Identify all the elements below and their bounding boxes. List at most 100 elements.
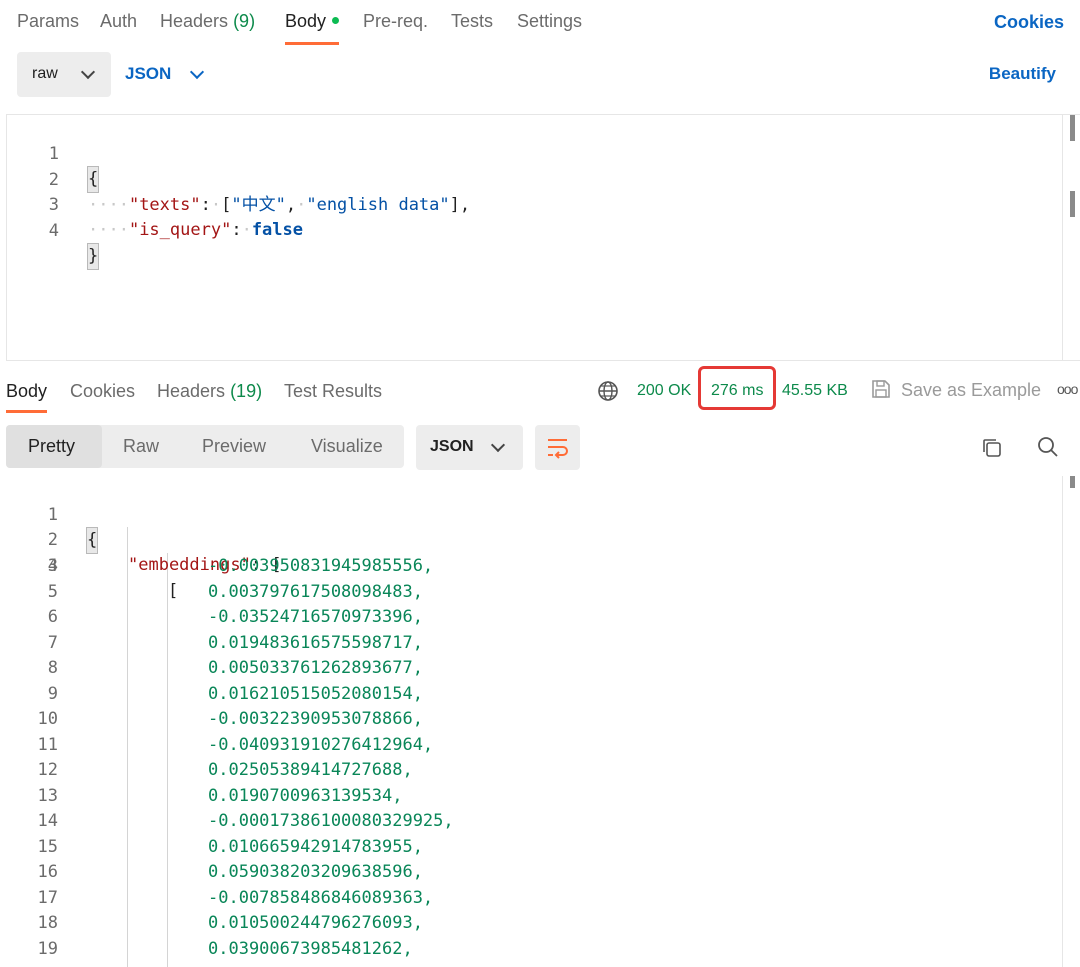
tab-headers-count: (9) [233, 11, 256, 31]
tab-test-results[interactable]: Test Results [284, 381, 382, 413]
json-number: -0.03524716570973396, [208, 607, 423, 627]
beautify-button[interactable]: Beautify [989, 64, 1056, 84]
code-line: 1 { [0, 478, 1060, 554]
view-preview[interactable]: Preview [202, 436, 266, 457]
json-number: 0.019483616575598717, [208, 633, 423, 653]
editor-scrollbar-track[interactable] [1062, 115, 1063, 360]
view-raw[interactable]: Raw [123, 436, 159, 457]
json-number: 0.005033761262893677, [208, 658, 423, 678]
tab-body-label: Body [285, 11, 327, 31]
code-line: 5 0.003797617508098483, [0, 580, 1060, 605]
code-line: 11 -0.040931910276412964, [0, 733, 1060, 758]
code-line: 2 "embeddings": [ [0, 503, 1060, 575]
editor-scrollbar-marker [1070, 191, 1075, 217]
line-number: 15 [37, 837, 58, 857]
copy-icon[interactable] [980, 436, 1004, 460]
cookies-link[interactable]: Cookies [994, 12, 1064, 33]
editor-scrollbar-thumb[interactable] [1070, 115, 1075, 141]
json-key: "is_query" [128, 220, 232, 240]
code-content: ····"is_query":·false [88, 220, 303, 240]
tab-headers-label: Headers [160, 11, 229, 31]
response-time[interactable]: 276 ms [711, 382, 763, 400]
line-number: 6 [47, 607, 58, 627]
json-number: -0.040931910276412964, [208, 735, 434, 755]
line-number: 7 [47, 633, 58, 653]
close-brace: } [86, 243, 100, 270]
viewer-scrollbar-track[interactable] [1062, 476, 1063, 967]
search-icon[interactable] [1036, 435, 1060, 459]
tab-response-cookies[interactable]: Cookies [70, 381, 135, 413]
json-number: 0.016210515052080154, [208, 684, 423, 704]
save-as-example-button[interactable]: Save as Example [901, 380, 1041, 401]
line-number: 4 [47, 556, 58, 576]
json-number: 0.010500244796276093, [208, 913, 423, 933]
chevron-down-icon [490, 437, 506, 453]
json-number: -0.00322390953078866, [208, 709, 423, 729]
response-view-segmented: Pretty Raw Preview Visualize [6, 425, 404, 468]
line-number: 14 [37, 811, 58, 831]
code-line: 8 0.005033761262893677, [0, 656, 1060, 681]
tab-body[interactable]: Body [285, 11, 340, 45]
line-number: 4 [48, 221, 59, 241]
tab-response-headers-label: Headers [157, 381, 226, 401]
code-line: 3 ····"is_query":·false [7, 168, 1047, 240]
code-line: 4 -0.003950831945985556, [0, 554, 1060, 579]
view-visualize[interactable]: Visualize [311, 436, 383, 457]
line-number: 10 [37, 709, 58, 729]
tab-settings[interactable]: Settings [517, 11, 582, 45]
body-language-value: JSON [125, 64, 172, 83]
line-number: 5 [47, 582, 58, 602]
request-body-editor[interactable]: 1 { 2 ····"texts":·["中文",·"english data"… [6, 114, 1080, 361]
tab-response-body[interactable]: Body [6, 381, 48, 413]
code-line: 14 -0.00017386100080329925, [0, 809, 1060, 834]
line-number: 11 [37, 735, 58, 755]
code-line: 12 0.02505389414727688, [0, 758, 1060, 783]
body-mode-select[interactable]: raw [17, 52, 111, 97]
response-size[interactable]: 45.55 KB [782, 382, 848, 400]
status-code[interactable]: 200 OK [637, 382, 691, 400]
tab-tests[interactable]: Tests [451, 11, 493, 45]
code-line: 9 0.016210515052080154, [0, 682, 1060, 707]
code-line: 13 0.0190700963139534, [0, 784, 1060, 809]
response-body-viewer[interactable]: 1 { 2 "embeddings": [ 3 [ 4 -0.0039508319… [0, 476, 1080, 967]
json-number: 0.010665942914783955, [208, 837, 423, 857]
code-line: 2 ····"texts":·["中文",·"english data"], [7, 143, 1047, 215]
line-number: 12 [37, 760, 58, 780]
chevron-down-icon [80, 64, 96, 80]
json-number: 0.03900673985481262, [208, 939, 413, 959]
viewer-scrollbar-thumb[interactable] [1070, 476, 1075, 488]
code-line: 17 -0.007858486846089363, [0, 886, 1060, 911]
more-options-icon[interactable]: ooo [1057, 381, 1078, 397]
tab-params[interactable]: Params [17, 11, 79, 45]
line-number: 8 [47, 658, 58, 678]
body-language-select[interactable]: JSON [125, 64, 205, 84]
response-format-select[interactable]: JSON [416, 425, 523, 470]
code-line: 4 } [7, 194, 1047, 270]
line-number: 13 [37, 786, 58, 806]
code-line: 18 0.010500244796276093, [0, 911, 1060, 936]
tab-response-headers[interactable]: Headers (19) [157, 381, 262, 413]
save-icon [872, 380, 890, 398]
tab-headers[interactable]: Headers (9) [160, 11, 255, 45]
line-number: 9 [47, 684, 58, 704]
json-number: 0.059038203209638596, [208, 862, 423, 882]
code-line: 6 -0.03524716570973396, [0, 605, 1060, 630]
tab-auth[interactable]: Auth [100, 11, 137, 45]
code-line: 19 0.03900673985481262, [0, 937, 1060, 962]
json-boolean: false [251, 220, 303, 240]
code-line: 7 0.019483616575598717, [0, 631, 1060, 656]
code-line: 10 -0.00322390953078866, [0, 707, 1060, 732]
json-number: -0.007858486846089363, [208, 888, 434, 908]
view-pretty[interactable]: Pretty [28, 436, 75, 457]
tab-prereq[interactable]: Pre-req. [363, 11, 428, 45]
json-number: 0.0190700963139534, [208, 786, 403, 806]
line-number: 16 [37, 862, 58, 882]
line-number: 19 [37, 939, 58, 959]
code-line: 16 0.059038203209638596, [0, 860, 1060, 885]
json-number: -0.003950831945985556, [208, 556, 434, 576]
line-number: 18 [37, 913, 58, 933]
code-line: 1 { [7, 117, 1047, 193]
json-number: 0.003797617508098483, [208, 582, 423, 602]
wrap-lines-button[interactable] [535, 425, 580, 470]
globe-icon[interactable] [597, 380, 619, 402]
